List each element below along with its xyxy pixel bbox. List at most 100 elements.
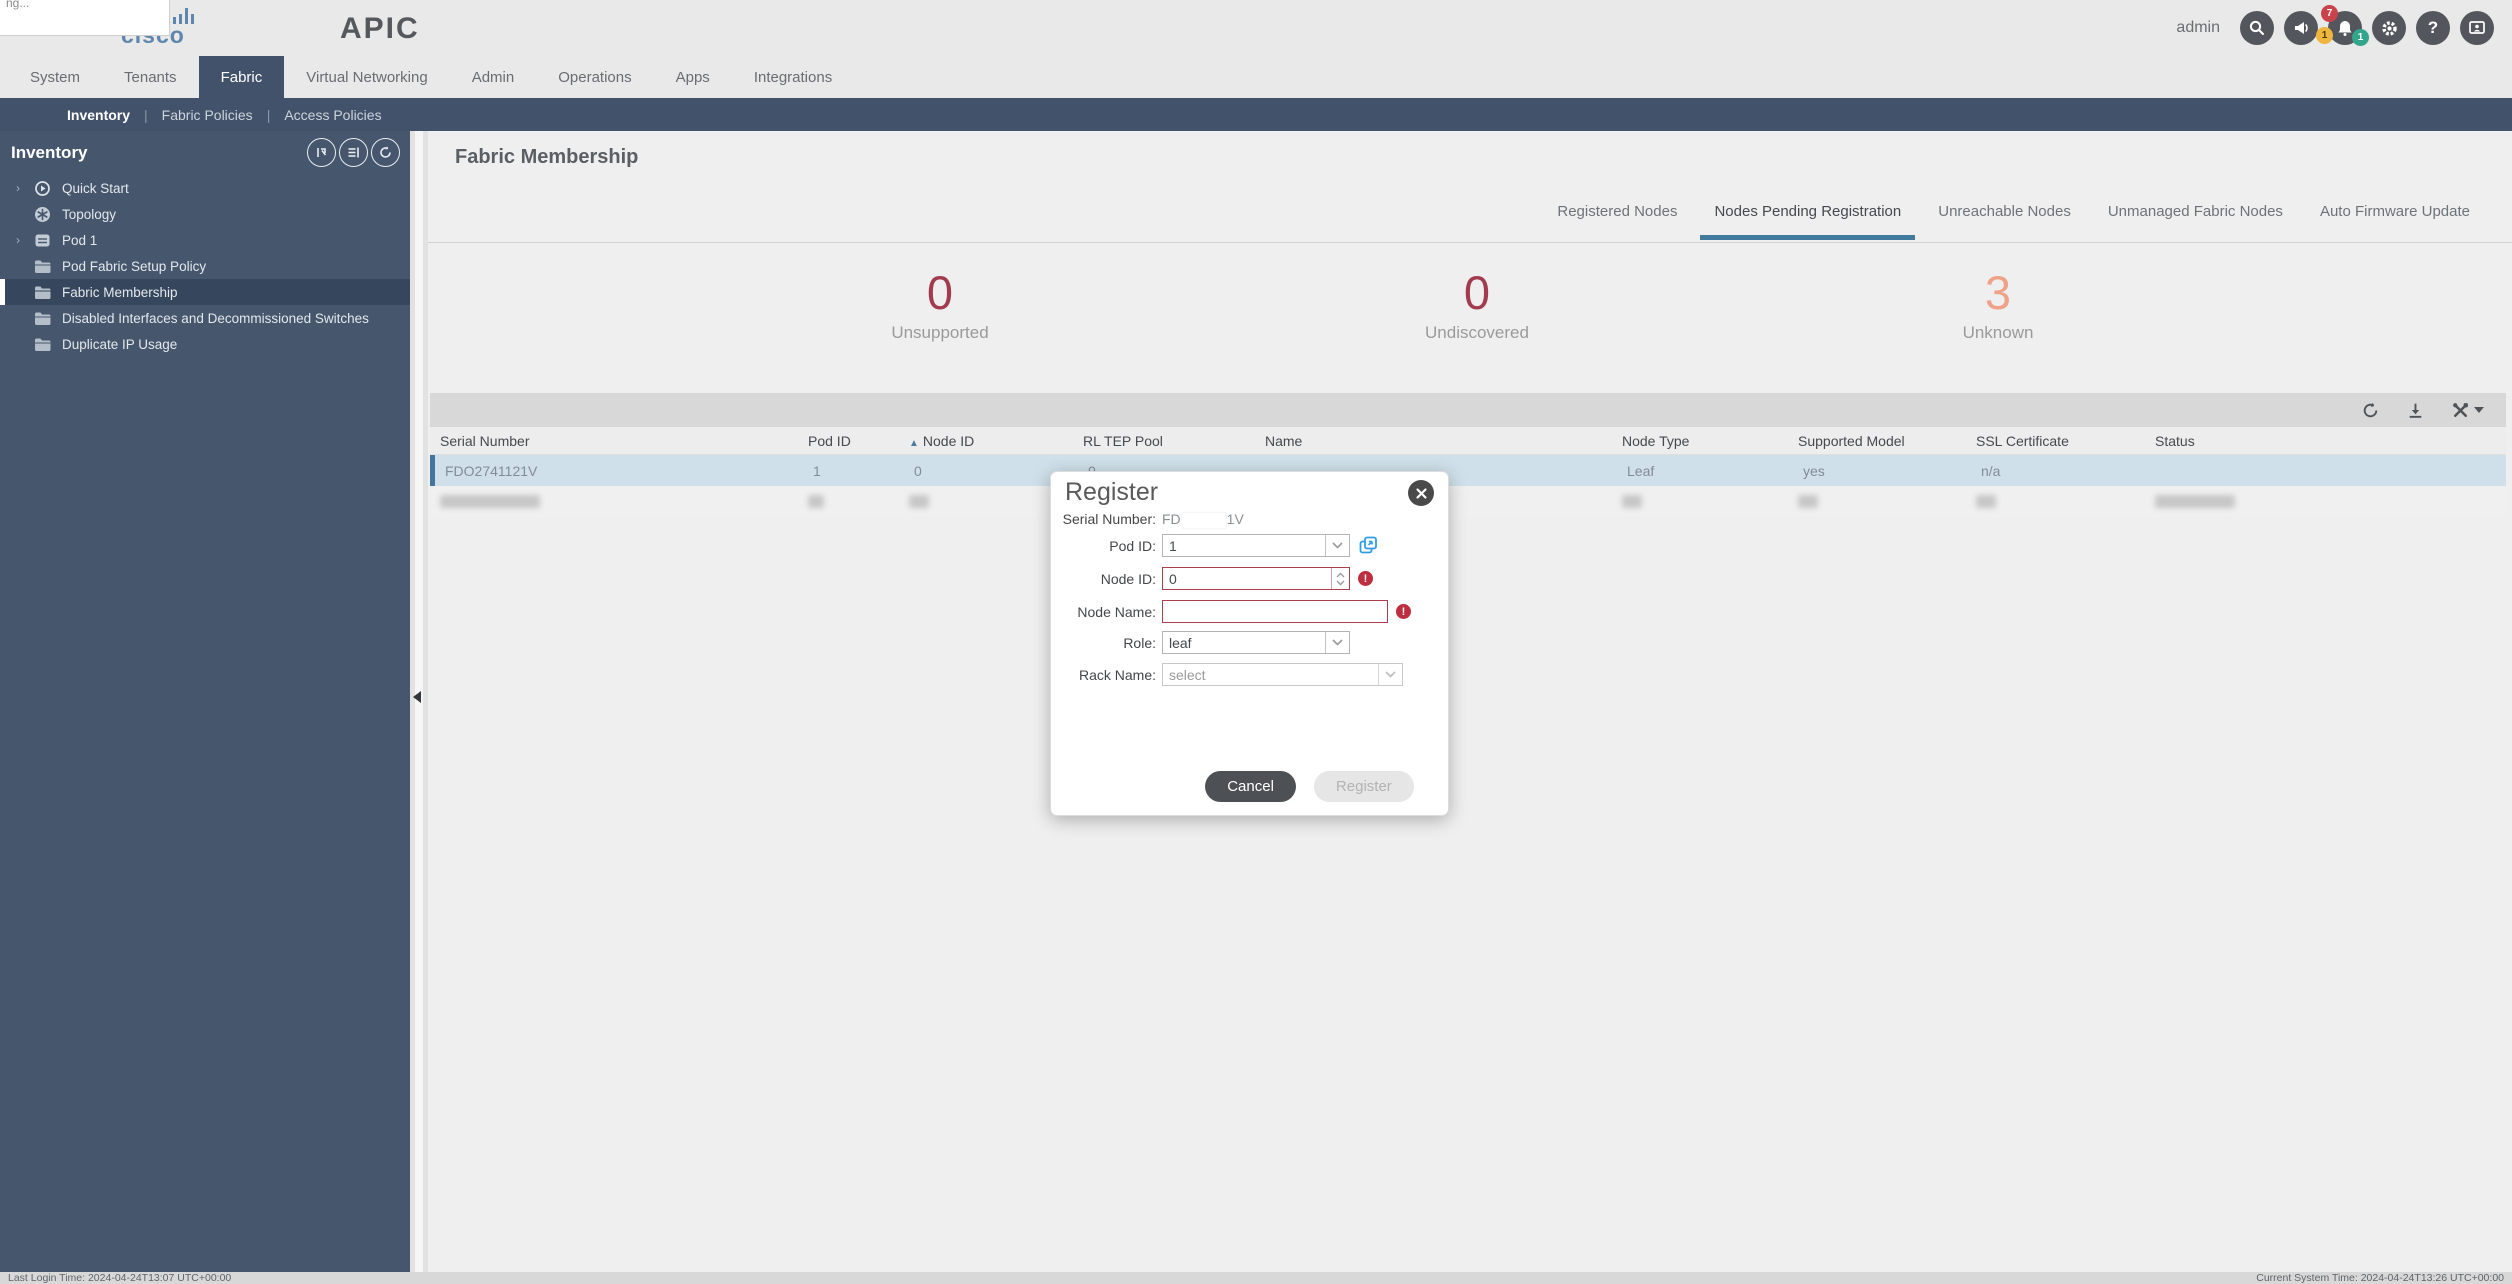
pod-id-input[interactable] [1163, 535, 1325, 556]
notifications-button[interactable]: 7 1 1 [2316, 5, 2369, 46]
tree-item-duplicate-ip-usage[interactable]: Duplicate IP Usage [0, 331, 410, 357]
current-system-time: Current System Time: 2024-04-24T13:26 UT… [2256, 1272, 2504, 1284]
redacted-cell-blob [440, 495, 540, 508]
username-label[interactable]: admin [2176, 19, 2220, 37]
refresh-tree-button[interactable] [371, 138, 400, 167]
pod-id-row: Pod ID: [1051, 534, 1378, 557]
dialog-close-button[interactable] [1408, 480, 1434, 506]
nav-tab-integrations[interactable]: Integrations [732, 56, 854, 98]
tab-auto-firmware-update[interactable]: Auto Firmware Update [2306, 203, 2484, 240]
cell-ssl-certificate: n/a [1981, 462, 2001, 479]
notification-badge-info[interactable]: 1 [2352, 29, 2369, 46]
download-button[interactable] [2406, 401, 2425, 420]
tree-item-topology[interactable]: Topology [0, 201, 410, 227]
filter-list-button[interactable] [339, 138, 368, 167]
inventory-tree: › Quick Start Topology › Pod 1 Pod Fabri… [0, 175, 410, 357]
folder-icon [34, 285, 58, 300]
fabric-membership-panel: Fabric Membership Registered Nodes Nodes… [428, 131, 2512, 1272]
column-header-status[interactable]: Status [2145, 433, 2506, 449]
role-select[interactable]: leaf [1162, 631, 1350, 654]
main-navigation: System Tenants Fabric Virtual Networking… [0, 56, 2512, 98]
rack-name-placeholder: select [1169, 666, 1206, 683]
tab-unmanaged-fabric-nodes[interactable]: Unmanaged Fabric Nodes [2094, 203, 2297, 240]
node-id-stepper[interactable] [1331, 568, 1349, 589]
subnav-item-fabric-policies[interactable]: Fabric Policies [148, 107, 267, 123]
column-header-node-id[interactable]: ▲ Node ID [899, 433, 1073, 449]
tree-item-pod-fabric-setup-policy[interactable]: Pod Fabric Setup Policy [0, 253, 410, 279]
expand-chevron-icon[interactable]: › [16, 181, 34, 195]
announcements-button[interactable] [2284, 11, 2318, 45]
column-header-serial-number[interactable]: Serial Number [430, 433, 798, 449]
table-actions-menu-button[interactable] [2451, 401, 2484, 420]
notification-badge-critical[interactable]: 7 [2321, 5, 2338, 22]
table-header-row: Serial Number Pod ID ▲ Node ID RL TEP Poo… [430, 427, 2506, 455]
role-dropdown-toggle[interactable] [1325, 632, 1349, 653]
redacted-cell-blob [2155, 495, 2235, 508]
nav-tab-virtual-networking[interactable]: Virtual Networking [284, 56, 449, 98]
page-title: Fabric Membership [455, 146, 639, 168]
tab-nodes-pending-registration[interactable]: Nodes Pending Registration [1700, 203, 1916, 240]
node-id-field[interactable] [1162, 567, 1350, 590]
tree-item-quick-start[interactable]: › Quick Start [0, 175, 410, 201]
column-header-pod-id[interactable]: Pod ID [798, 433, 899, 449]
last-login-time: Last Login Time: 2024-04-24T13:07 UTC+00… [8, 1272, 232, 1284]
tree-item-fabric-membership[interactable]: Fabric Membership [0, 279, 410, 305]
tree-item-pod-1[interactable]: › Pod 1 [0, 227, 410, 253]
rack-name-select[interactable]: select [1162, 663, 1403, 686]
node-name-field[interactable] [1162, 600, 1388, 623]
node-name-input[interactable] [1163, 601, 1387, 622]
table-row-redacted[interactable] [430, 486, 2506, 517]
cancel-button[interactable]: Cancel [1205, 771, 1296, 802]
pod-id-external-link-button[interactable] [1359, 536, 1378, 555]
chevron-up-icon [1336, 572, 1345, 577]
help-button[interactable]: ? [2416, 11, 2450, 45]
folder-icon [34, 259, 58, 274]
chevron-down-icon [1385, 671, 1396, 678]
expand-chevron-icon[interactable]: › [16, 233, 34, 247]
sidebar-title: Inventory [11, 143, 88, 162]
rack-name-row: Rack Name: select [1051, 663, 1403, 686]
table-row-selected[interactable]: FDO2741121V 1 0 0 Leaf yes n/a [430, 455, 2506, 486]
nav-tab-tenants[interactable]: Tenants [102, 56, 199, 98]
nav-tab-fabric[interactable]: Fabric [198, 56, 285, 98]
announcement-icon [2295, 22, 2308, 34]
tabs-divider [428, 242, 2512, 243]
tree-item-disabled-interfaces[interactable]: Disabled Interfaces and Decommissioned S… [0, 305, 410, 331]
register-button[interactable]: Register [1313, 771, 1414, 802]
tab-registered-nodes[interactable]: Registered Nodes [1543, 203, 1691, 240]
pod-id-label: Pod ID: [1109, 537, 1156, 554]
notification-badge-warning[interactable]: 1 [2316, 27, 2333, 44]
node-name-error-icon: ! [1396, 604, 1411, 619]
rack-name-label: Rack Name: [1078, 666, 1156, 683]
subnav-item-access-policies[interactable]: Access Policies [270, 107, 395, 123]
user-session-button[interactable] [2460, 11, 2494, 45]
column-header-rl-tep-pool[interactable]: RL TEP Pool [1073, 433, 1255, 449]
subnav-item-inventory[interactable]: Inventory [67, 107, 144, 123]
nav-tab-operations[interactable]: Operations [536, 56, 653, 98]
tab-unreachable-nodes[interactable]: Unreachable Nodes [1924, 203, 2085, 240]
sidebar-splitter[interactable] [410, 131, 428, 1272]
folder-icon [34, 311, 58, 326]
settings-button[interactable] [2372, 11, 2406, 45]
chevron-down-icon [1332, 542, 1343, 549]
column-header-name[interactable]: Name [1255, 433, 1612, 449]
search-button[interactable] [2240, 11, 2274, 45]
node-id-input[interactable] [1163, 568, 1331, 589]
rack-name-dropdown-toggle[interactable] [1378, 664, 1402, 685]
nav-tab-admin[interactable]: Admin [450, 56, 537, 98]
stat-undiscovered-label: Undiscovered [1425, 322, 1529, 342]
column-header-ssl-certificate[interactable]: SSL Certificate [1966, 433, 2145, 449]
nav-tab-system[interactable]: System [8, 56, 102, 98]
column-header-supported-model[interactable]: Supported Model [1788, 433, 1966, 449]
redacted-cell-blob [1798, 495, 1818, 508]
nav-tab-apps[interactable]: Apps [654, 56, 732, 98]
header-actions: admin 7 1 1 ? [2176, 5, 2494, 46]
collapse-tree-button[interactable] [307, 138, 336, 167]
refresh-table-button[interactable] [2361, 401, 2380, 420]
sidebar-collapse-handle-icon[interactable] [413, 691, 421, 703]
column-header-node-type[interactable]: Node Type [1612, 433, 1788, 449]
pod-id-dropdown-toggle[interactable] [1325, 535, 1349, 556]
pod-id-select[interactable] [1162, 534, 1350, 557]
role-label: Role: [1123, 634, 1156, 651]
help-icon: ? [2427, 18, 2439, 37]
